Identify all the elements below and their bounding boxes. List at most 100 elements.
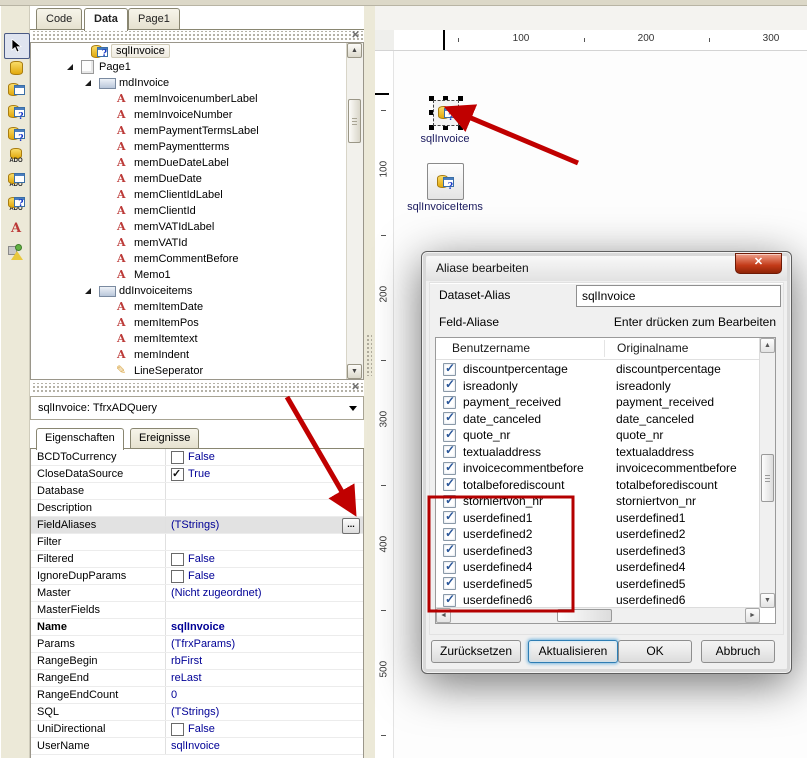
- dataset-alias-input[interactable]: sqlInvoice: [576, 285, 781, 307]
- property-row[interactable]: CloseDataSourceTrue: [31, 466, 363, 483]
- alias-row[interactable]: payment_receivedpayment_received: [436, 394, 760, 411]
- list-vscrollbar[interactable]: ▲ ▼: [759, 338, 775, 608]
- checkbox-checked-icon[interactable]: [171, 468, 184, 481]
- property-row[interactable]: RangeBeginrbFirst: [31, 653, 363, 670]
- ado-table-button[interactable]: ADO: [4, 168, 28, 192]
- property-row[interactable]: UniDirectionalFalse: [31, 721, 363, 738]
- property-row[interactable]: RangeEndreLast: [31, 670, 363, 687]
- data-tree[interactable]: ? sqlInvoice Page1 mdInvoice AmemInvoice…: [30, 42, 364, 380]
- db-query-button[interactable]: ?: [4, 100, 28, 124]
- tree-node[interactable]: AMemo1: [31, 267, 363, 283]
- alias-row[interactable]: quote_nrquote_nr: [436, 427, 760, 444]
- tree-node[interactable]: AmemItemDate: [31, 299, 363, 315]
- property-row[interactable]: Master(Nicht zugeordnet): [31, 585, 363, 602]
- checkbox-checked-icon[interactable]: [443, 511, 456, 524]
- ado-query-button[interactable]: ?ADO: [4, 192, 28, 216]
- scroll-up-button[interactable]: ▲: [347, 43, 362, 58]
- tree-node[interactable]: AmemDueDateLabel: [31, 155, 363, 171]
- tree-node[interactable]: AmemDueDate: [31, 171, 363, 187]
- scrollbar-thumb[interactable]: [557, 609, 612, 622]
- checkbox-checked-icon[interactable]: [443, 363, 456, 376]
- tree-node-sqlinvoice[interactable]: ? sqlInvoice: [31, 43, 363, 59]
- scroll-right-button[interactable]: ►: [745, 608, 760, 623]
- scroll-down-button[interactable]: ▼: [760, 593, 775, 608]
- property-row-fieldaliases[interactable]: FieldAliases(TStrings)...: [31, 517, 363, 534]
- alias-row[interactable]: userdefined2userdefined2: [436, 526, 760, 543]
- zuruecksetzen-button[interactable]: Zurücksetzen: [431, 640, 521, 663]
- tree-node[interactable]: AmemVATId: [31, 235, 363, 251]
- scroll-left-button[interactable]: ◄: [436, 608, 451, 623]
- checkbox-checked-icon[interactable]: [443, 594, 456, 607]
- column-originalname[interactable]: Originalname: [617, 341, 688, 355]
- alias-row[interactable]: discountpercentagediscountpercentage: [436, 361, 760, 378]
- checkbox-checked-icon[interactable]: [443, 445, 456, 458]
- expanded-triangle-icon[interactable]: [85, 288, 91, 294]
- tree-node[interactable]: AmemClientIdLabel: [31, 187, 363, 203]
- tree-node[interactable]: AmemClientId: [31, 203, 363, 219]
- tab-data[interactable]: Data: [84, 8, 128, 31]
- tree-node[interactable]: AmemInvoicenumberLabel: [31, 91, 363, 107]
- close-panel-icon[interactable]: ✕: [349, 382, 362, 394]
- tree-node[interactable]: AmemIndent: [31, 347, 363, 363]
- db-table-button[interactable]: [4, 78, 28, 102]
- checkbox-checked-icon[interactable]: [443, 544, 456, 557]
- checkbox-unchecked-icon[interactable]: [171, 553, 184, 566]
- alias-row[interactable]: date_canceleddate_canceled: [436, 411, 760, 428]
- field-alias-list[interactable]: Benutzername Originalname discountpercen…: [435, 337, 776, 624]
- checkbox-unchecked-icon[interactable]: [171, 570, 184, 583]
- dataset-object-sqlinvoice[interactable]: ?: [429, 96, 463, 130]
- tree-node-page1[interactable]: Page1: [31, 59, 363, 75]
- alias-row[interactable]: userdefined5userdefined5: [436, 576, 760, 593]
- alias-row[interactable]: userdefined1userdefined1: [436, 510, 760, 527]
- checkbox-checked-icon[interactable]: [443, 528, 456, 541]
- checkbox-unchecked-icon[interactable]: [171, 451, 184, 464]
- tree-dock-grip[interactable]: ✕: [31, 31, 364, 41]
- ado-database-button[interactable]: ADO: [4, 144, 28, 168]
- checkbox-unchecked-icon[interactable]: [171, 723, 184, 736]
- dialog-titlebar[interactable]: Aliase bearbeiten: [426, 256, 787, 281]
- alias-row[interactable]: isreadonlyisreadonly: [436, 378, 760, 395]
- tree-node[interactable]: AmemInvoiceNumber: [31, 107, 363, 123]
- object-selector-combo[interactable]: sqlInvoice: TfrxADQuery: [30, 396, 364, 420]
- checkbox-checked-icon[interactable]: [443, 478, 456, 491]
- checkbox-checked-icon[interactable]: [443, 412, 456, 425]
- property-grid[interactable]: BCDToCurrencyFalse CloseDataSourceTrue D…: [30, 449, 364, 758]
- open-editor-button[interactable]: ...: [342, 518, 360, 534]
- database-button[interactable]: [4, 56, 28, 80]
- property-row[interactable]: BCDToCurrencyFalse: [31, 449, 363, 466]
- tree-node-lineseperator[interactable]: ✎LineSeperator: [31, 363, 363, 379]
- tab-ereignisse[interactable]: Ereignisse: [130, 428, 199, 448]
- ok-button[interactable]: OK: [618, 640, 692, 663]
- alias-row[interactable]: invoicecommentbeforeinvoicecommentbefore: [436, 460, 760, 477]
- checkbox-checked-icon[interactable]: [443, 429, 456, 442]
- close-button[interactable]: ✕: [735, 253, 782, 274]
- chevron-down-icon[interactable]: [349, 406, 357, 411]
- expanded-triangle-icon[interactable]: [85, 80, 91, 86]
- tab-code[interactable]: Code: [36, 8, 82, 29]
- list-header[interactable]: Benutzername Originalname: [436, 338, 760, 360]
- panel-splitter[interactable]: [364, 6, 375, 758]
- tree-node-ddinvoiceitems[interactable]: ddInvoiceitems: [31, 283, 363, 299]
- scrollbar-thumb[interactable]: [761, 454, 774, 502]
- tree-node[interactable]: AmemItemPos: [31, 315, 363, 331]
- property-row[interactable]: RangeEndCount0: [31, 687, 363, 704]
- checkbox-checked-icon[interactable]: [443, 462, 456, 475]
- expanded-triangle-icon[interactable]: [67, 64, 73, 70]
- checkbox-checked-icon[interactable]: [443, 577, 456, 590]
- scroll-down-button[interactable]: ▼: [347, 364, 362, 379]
- property-row[interactable]: Database: [31, 483, 363, 500]
- property-row[interactable]: MasterFields: [31, 602, 363, 619]
- property-row-name[interactable]: NamesqlInvoice: [31, 619, 363, 636]
- column-benutzername[interactable]: Benutzername: [452, 341, 530, 355]
- tree-scrollbar[interactable]: ▲ ▼: [346, 43, 363, 379]
- inspector-dock-grip[interactable]: ✕: [31, 383, 364, 393]
- checkbox-checked-icon[interactable]: [443, 396, 456, 409]
- tree-node[interactable]: AmemPaymentTermsLabel: [31, 123, 363, 139]
- property-row[interactable]: Filter: [31, 534, 363, 551]
- checkbox-checked-icon[interactable]: [443, 561, 456, 574]
- db-query-2-button[interactable]: ?: [4, 122, 28, 146]
- close-panel-icon[interactable]: ✕: [349, 30, 362, 42]
- tree-node[interactable]: AmemVATIdLabel: [31, 219, 363, 235]
- alias-row[interactable]: userdefined3userdefined3: [436, 543, 760, 560]
- dataset-object-sqlinvoiceitems[interactable]: ?: [427, 163, 464, 200]
